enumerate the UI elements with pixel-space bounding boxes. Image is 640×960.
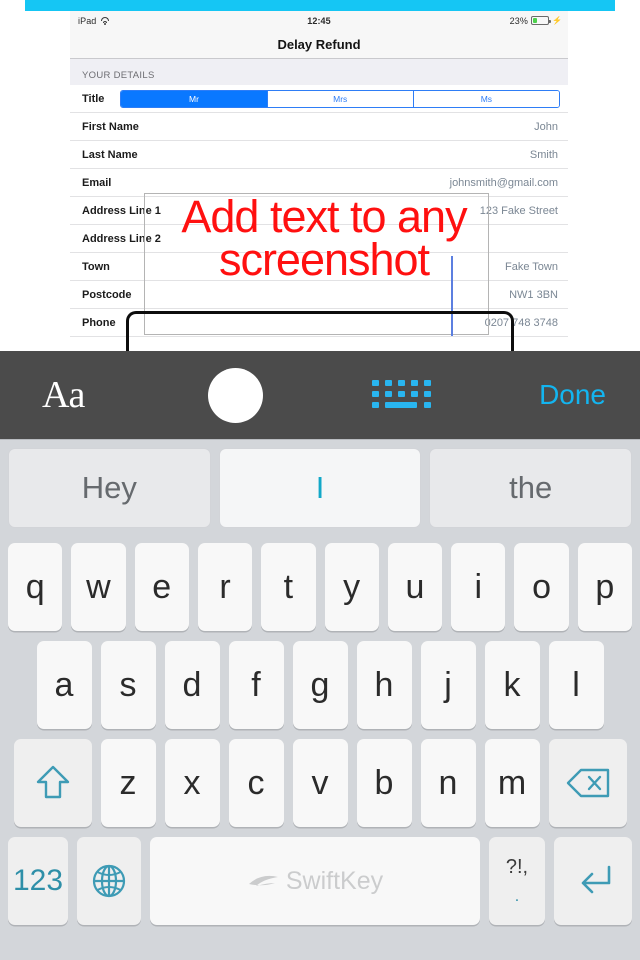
globe-key[interactable] — [77, 837, 141, 925]
backspace-icon — [566, 768, 609, 798]
status-bar-clock: 12:45 — [307, 15, 331, 26]
form-value-last-name[interactable]: Smith — [530, 149, 558, 161]
swiftkey-brand: SwiftKey — [247, 867, 383, 896]
key-n[interactable]: n — [420, 739, 476, 827]
title-segmented-control[interactable]: Mr Mrs Ms — [120, 89, 560, 108]
form-label-first-name: First Name — [82, 120, 139, 133]
punctuation-bottom-label: . — [514, 888, 520, 905]
key-m[interactable]: m — [484, 739, 540, 827]
key-g[interactable]: g — [292, 641, 348, 729]
keyboard-row-3: z x c v b n m — [0, 739, 640, 837]
form-label-town: Town — [82, 260, 110, 273]
key-z[interactable]: z — [100, 739, 156, 827]
swiftkey-keyboard: Hey I the q w e r t y u i o p a s d f g … — [0, 439, 640, 960]
status-bar-right: 23% ⚡ — [510, 16, 562, 26]
key-f[interactable]: f — [228, 641, 284, 729]
segment-ms[interactable]: Ms — [413, 90, 559, 107]
key-r[interactable]: r — [197, 543, 253, 631]
return-key[interactable] — [554, 837, 632, 925]
return-arrow-icon — [581, 865, 611, 894]
form-label-email: Email — [82, 176, 112, 189]
form-row-title: Title Mr Mrs Ms — [70, 85, 568, 113]
key-u[interactable]: u — [387, 543, 443, 631]
key-v[interactable]: v — [292, 739, 348, 827]
key-j[interactable]: j — [420, 641, 476, 729]
prediction-left[interactable]: Hey — [8, 447, 211, 528]
swiftkey-label: SwiftKey — [285, 866, 384, 895]
key-q[interactable]: q — [8, 543, 63, 631]
shift-arrow-icon — [36, 765, 69, 799]
punctuation-stack: ?!, . — [506, 857, 528, 905]
color-swatch-icon[interactable] — [208, 367, 263, 423]
form-value-first-name[interactable]: John — [534, 121, 558, 133]
backspace-key[interactable] — [548, 739, 627, 827]
key-b[interactable]: b — [356, 739, 412, 827]
key-l[interactable]: l — [548, 641, 604, 729]
keyboard-row-1: q w e r t y u i o p — [0, 537, 640, 641]
form-value-town[interactable]: Fake Town — [505, 261, 558, 273]
prediction-bar: Hey I the — [0, 439, 640, 537]
section-header: YOUR DETAILS — [70, 59, 568, 85]
key-s[interactable]: s — [100, 641, 156, 729]
form-label-title: Title — [82, 92, 105, 105]
form-label-phone: Phone — [82, 316, 116, 329]
form-value-email[interactable]: johnsmith@gmail.com — [450, 177, 558, 189]
globe-icon — [92, 864, 126, 898]
keyboard-icon[interactable] — [372, 380, 434, 410]
form-row-last-name[interactable]: Last Name Smith — [70, 141, 568, 169]
punctuation-key[interactable]: ?!, . — [489, 837, 545, 925]
prediction-right[interactable]: the — [429, 447, 633, 528]
done-button[interactable]: Done — [539, 379, 606, 411]
punctuation-top-label: ?!, — [505, 856, 529, 878]
numbers-key[interactable]: 123 — [8, 837, 68, 925]
nav-bar: Delay Refund — [70, 30, 568, 59]
key-y[interactable]: y — [324, 543, 379, 631]
editor-toolbar: Aa Done — [0, 351, 640, 439]
form-value-postcode[interactable]: NW1 3BN — [509, 289, 558, 301]
segment-mrs[interactable]: Mrs — [267, 90, 414, 107]
lightning-bolt-icon: ⚡ — [551, 16, 562, 25]
font-size-icon[interactable]: Aa — [42, 373, 85, 417]
key-k[interactable]: k — [484, 641, 540, 729]
ios-status-bar: iPad 12:45 23% ⚡ — [70, 11, 568, 30]
key-e[interactable]: e — [134, 543, 189, 631]
keyboard-row-4: 123 SwiftKey ?!, . — [0, 837, 640, 935]
top-cyan-banner — [25, 0, 615, 11]
key-c[interactable]: c — [228, 739, 284, 827]
prediction-center[interactable]: I — [218, 447, 422, 528]
form-label-postcode: Postcode — [82, 288, 132, 301]
key-a[interactable]: a — [36, 641, 92, 729]
form-label-last-name: Last Name — [82, 148, 138, 161]
segment-mr[interactable]: Mr — [121, 90, 268, 107]
shift-key[interactable] — [13, 739, 92, 827]
key-d[interactable]: d — [164, 641, 220, 729]
key-w[interactable]: w — [71, 543, 126, 631]
keyboard-row-2: a s d f g h j k l — [0, 641, 640, 739]
key-p[interactable]: p — [577, 543, 632, 631]
key-o[interactable]: o — [514, 543, 569, 631]
page-title: Delay Refund — [277, 36, 361, 52]
space-key[interactable]: SwiftKey — [150, 837, 480, 925]
key-i[interactable]: i — [451, 543, 506, 631]
battery-percent-label: 23% — [509, 15, 528, 26]
key-x[interactable]: x — [164, 739, 220, 827]
form-row-first-name[interactable]: First Name John — [70, 113, 568, 141]
app-root: iPad 12:45 23% ⚡ Delay Refund YOUR DETAI… — [0, 0, 640, 960]
battery-icon — [530, 16, 551, 25]
key-t[interactable]: t — [261, 543, 316, 631]
swiftkey-logo-icon — [248, 875, 278, 886]
key-h[interactable]: h — [356, 641, 412, 729]
form-value-address-line-1[interactable]: 123 Fake Street — [480, 205, 558, 217]
